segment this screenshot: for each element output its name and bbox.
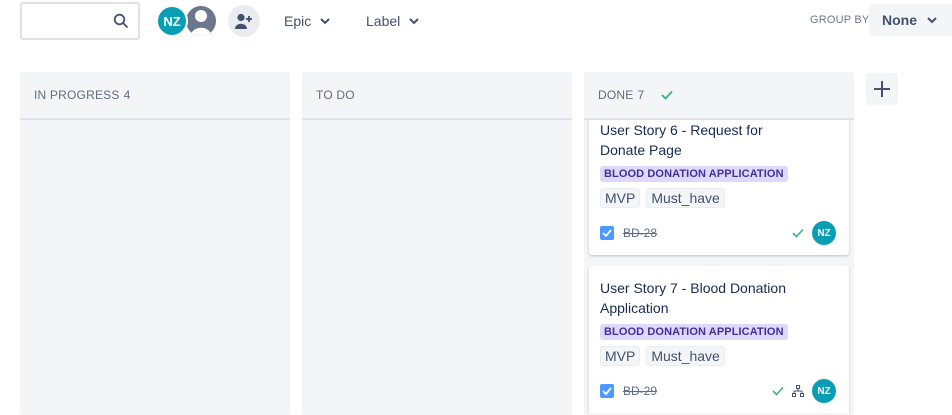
card-title: User Story 7 - Blood Donation Applicatio… (600, 280, 786, 316)
jira-board: NZ Epic Label GROUP BY None IN PROGRESS … (0, 0, 952, 415)
column-title: DONE (598, 88, 634, 102)
column-title: TO DO (316, 88, 355, 102)
column-header: IN PROGRESS 4 (20, 72, 290, 120)
label-tag[interactable]: MVP (600, 346, 641, 366)
unassigned-avatar[interactable] (184, 4, 218, 38)
search-field[interactable] (28, 10, 108, 32)
check-icon (792, 228, 804, 238)
issue-card[interactable]: User Story 7 - Blood Donation Applicatio… (589, 266, 849, 413)
add-column-button[interactable] (866, 73, 898, 105)
chevron-down-icon (409, 17, 419, 24)
column-to-do: TO DO (302, 72, 572, 415)
label-filter-dropdown[interactable]: Label (366, 11, 419, 31)
check-icon (772, 386, 784, 396)
column-header: TO DO (302, 72, 572, 120)
card-labels: MVP Must_have (600, 188, 837, 208)
epic-badge[interactable]: BLOOD DONATION APPLICATION (600, 324, 788, 340)
column-count: 4 (123, 88, 131, 102)
column-count: 7 (637, 88, 645, 102)
label-tag[interactable]: Must_have (646, 346, 725, 366)
card-labels: MVP Must_have (600, 346, 837, 366)
plus-icon (874, 81, 890, 97)
assignee-avatar[interactable]: NZ (812, 221, 836, 245)
search-icon (113, 13, 128, 28)
label-tag[interactable]: Must_have (646, 188, 725, 208)
card-title: User Story 6 - Request for Donate Page (600, 122, 763, 158)
person-icon (191, 10, 211, 36)
avatar-initials: NZ (163, 13, 181, 29)
assignee-avatar[interactable]: NZ (812, 379, 836, 403)
task-type-icon (600, 226, 614, 240)
card-footer: BD-28 NZ (600, 221, 836, 245)
chevron-down-icon (320, 17, 330, 24)
issue-card[interactable]: User Story 6 - Request for Donate Page B… (589, 120, 849, 255)
issue-key[interactable]: BD-29 (623, 384, 657, 398)
chevron-down-icon (927, 16, 937, 23)
column-header: DONE 7 (584, 72, 854, 120)
task-type-icon (600, 384, 614, 398)
column-body: User Story 6 - Request for Donate Page B… (584, 120, 854, 413)
add-people-button[interactable] (228, 5, 260, 37)
hierarchy-icon (792, 385, 804, 397)
column-body (302, 120, 572, 413)
column-done: DONE 7 User Story 6 - Request for Donate… (584, 72, 854, 415)
group-by-select[interactable]: None (869, 4, 952, 36)
label-filter-label: Label (366, 13, 401, 29)
avatar[interactable]: NZ (156, 5, 188, 37)
group-by-label: GROUP BY (810, 14, 870, 26)
column-title: IN PROGRESS (34, 88, 120, 102)
column-in-progress: IN PROGRESS 4 (20, 72, 290, 415)
label-tag[interactable]: MVP (600, 188, 641, 208)
column-body (20, 120, 290, 413)
epic-filter-dropdown[interactable]: Epic (284, 11, 330, 31)
issue-key[interactable]: BD-28 (623, 226, 657, 240)
search-input[interactable] (20, 2, 140, 40)
epic-filter-label: Epic (284, 13, 312, 29)
epic-badge[interactable]: BLOOD DONATION APPLICATION (600, 166, 788, 182)
group-by-value: None (882, 12, 917, 28)
check-icon (661, 90, 674, 100)
add-person-icon (235, 13, 252, 29)
card-footer: BD-29 NZ (600, 379, 836, 403)
